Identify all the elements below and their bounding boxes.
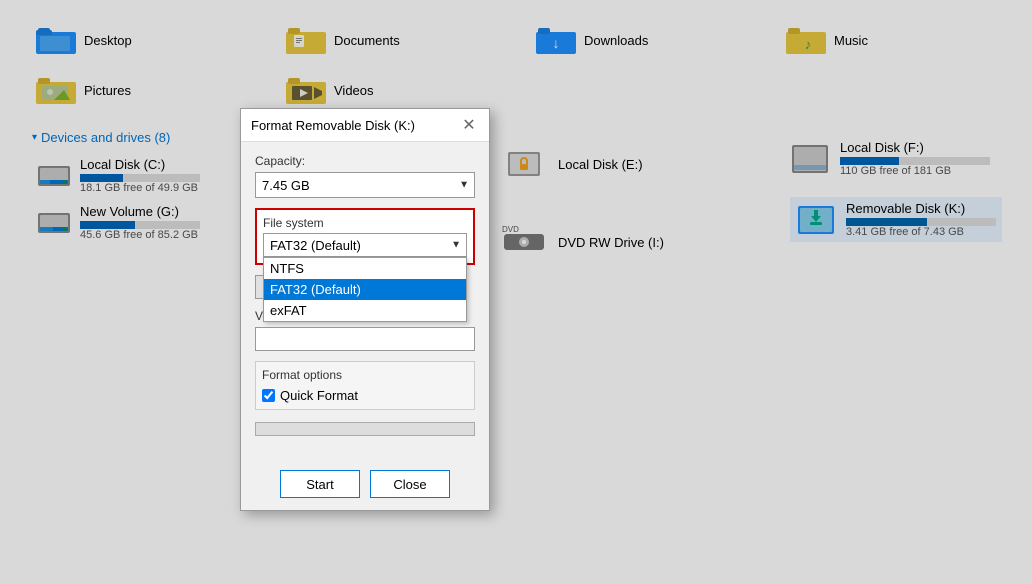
option-fat32[interactable]: FAT32 (Default) xyxy=(264,279,466,300)
close-button[interactable]: Close xyxy=(370,470,450,498)
modal-title: Format Removable Disk (K:) xyxy=(251,118,415,133)
quick-format-row: Quick Format xyxy=(262,388,468,403)
modal-footer: Start Close xyxy=(241,462,489,510)
quick-format-label[interactable]: Quick Format xyxy=(280,388,358,403)
start-button[interactable]: Start xyxy=(280,470,360,498)
capacity-label: Capacity: xyxy=(255,154,475,168)
filesystem-select[interactable]: FAT32 (Default) NTFS exFAT xyxy=(263,233,467,257)
capacity-container: 7.45 GB ▼ xyxy=(255,172,475,198)
quick-format-checkbox[interactable] xyxy=(262,389,275,402)
filesystem-section: File system FAT32 (Default) NTFS exFAT ▼… xyxy=(255,208,475,265)
modal-body: Capacity: 7.45 GB ▼ File system FAT32 (D… xyxy=(241,142,489,462)
filesystem-label: File system xyxy=(263,216,467,230)
filesystem-select-container: FAT32 (Default) NTFS exFAT ▼ NTFS FAT32 … xyxy=(263,233,467,257)
modal-overlay xyxy=(0,0,1032,584)
option-ntfs[interactable]: NTFS xyxy=(264,258,466,279)
filesystem-dropdown-list: NTFS FAT32 (Default) exFAT xyxy=(263,257,467,322)
modal-close-button[interactable]: ✕ xyxy=(459,115,479,135)
modal-titlebar: Format Removable Disk (K:) ✕ xyxy=(241,109,489,142)
format-dialog: Format Removable Disk (K:) ✕ Capacity: 7… xyxy=(240,108,490,511)
capacity-select[interactable]: 7.45 GB xyxy=(255,172,475,198)
volume-label-input[interactable] xyxy=(255,327,475,351)
option-exfat[interactable]: exFAT xyxy=(264,300,466,321)
progress-bar xyxy=(255,422,475,436)
format-options-title: Format options xyxy=(262,368,468,382)
format-options-section: Format options Quick Format xyxy=(255,361,475,410)
